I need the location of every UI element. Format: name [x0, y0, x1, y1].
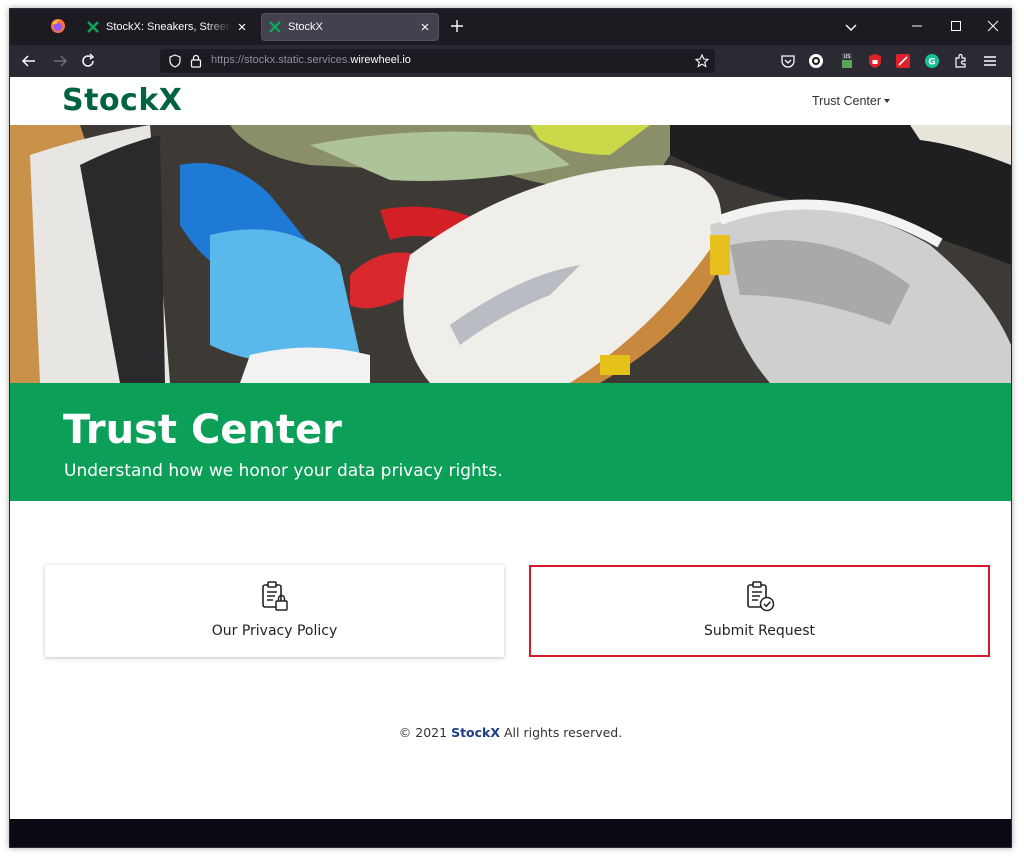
rights-text: All rights reserved. — [503, 725, 623, 740]
privacy-policy-label: Our Privacy Policy — [211, 623, 338, 639]
page-title: Trust Center — [63, 407, 342, 453]
ublock-icon[interactable] — [867, 53, 883, 69]
chevron-down-icon[interactable] — [844, 20, 858, 34]
o-extension-icon[interactable] — [808, 53, 824, 69]
web-page: StockX Trust Center Trust Center Underst… — [10, 77, 1011, 847]
lock-icon[interactable] — [190, 54, 202, 68]
address-bar[interactable]: https://stockx.static.services.wirewheel… — [160, 49, 715, 73]
tab-title: StockX — [288, 21, 323, 33]
close-tab-icon[interactable] — [235, 20, 249, 34]
extensions-puzzle-icon[interactable] — [953, 53, 969, 69]
tracking-protection-shield-icon[interactable] — [168, 54, 182, 68]
hero-sneakers-image — [10, 125, 1011, 383]
forward-arrow-icon[interactable] — [52, 53, 68, 69]
new-tab-plus-icon[interactable] — [450, 19, 464, 33]
clipboard-check-icon — [746, 581, 774, 612]
bookmark-star-icon[interactable] — [695, 54, 709, 68]
trust-center-menu-label: Trust Center — [812, 94, 882, 108]
reload-icon[interactable] — [80, 53, 96, 69]
close-window-icon[interactable] — [987, 20, 999, 32]
submit-request-label: Submit Request — [704, 623, 815, 639]
caret-down-icon — [884, 99, 891, 103]
maximize-window-icon[interactable] — [950, 20, 962, 32]
tab-strip: StockX: Sneakers, Streetwear, Trading Ca… — [10, 9, 1011, 45]
stockx-favicon-icon — [269, 21, 281, 33]
url-text: https://stockx.static.services.wirewheel… — [211, 54, 411, 66]
footer-copyright: © 2021 StockX All rights reserved. — [10, 725, 1011, 740]
firefox-icon[interactable] — [50, 18, 66, 34]
tab-stockx-sneakers[interactable]: StockX: Sneakers, Streetwear, Trading Ca… — [80, 13, 255, 41]
grammarly-icon[interactable]: G — [924, 53, 940, 69]
submit-request-card[interactable]: Submit Request — [529, 565, 990, 657]
trust-center-banner: Trust Center Understand how we honor you… — [10, 383, 1011, 501]
stockx-favicon-icon — [87, 21, 99, 33]
minimize-window-icon[interactable] — [911, 20, 923, 32]
copyright-year: © 2021 — [398, 725, 448, 740]
menu-icon[interactable] — [982, 53, 998, 69]
back-arrow-icon[interactable] — [21, 53, 37, 69]
footer-bar — [10, 819, 1011, 847]
url-domain: wirewheel.io — [350, 54, 411, 66]
clipboard-lock-icon — [261, 581, 288, 611]
privacy-policy-card[interactable]: Our Privacy Policy — [45, 565, 504, 657]
pdf-icon[interactable] — [895, 53, 911, 69]
tab-stockx-active[interactable]: StockX — [261, 13, 439, 41]
footer-brand-link[interactable]: StockX — [451, 725, 500, 740]
browser-window: StockX: Sneakers, Streetwear, Trading Ca… — [9, 8, 1012, 848]
page-subtitle: Understand how we honor your data privac… — [64, 461, 503, 481]
us-vpn-icon[interactable]: US — [839, 53, 855, 69]
stockx-logo[interactable]: StockX — [62, 83, 182, 118]
site-header: StockX Trust Center — [10, 77, 1011, 125]
svg-text:US: US — [844, 54, 851, 60]
navigation-toolbar: https://stockx.static.services.wirewheel… — [10, 45, 1011, 77]
url-prefix: https://stockx.static.services. — [211, 54, 351, 66]
pocket-icon[interactable] — [780, 53, 796, 69]
close-tab-icon[interactable] — [418, 20, 432, 34]
tab-title: StockX: Sneakers, Streetwear, Trading Ca… — [106, 21, 231, 33]
trust-center-dropdown[interactable]: Trust Center — [812, 94, 891, 108]
svg-text:G: G — [928, 58, 935, 68]
